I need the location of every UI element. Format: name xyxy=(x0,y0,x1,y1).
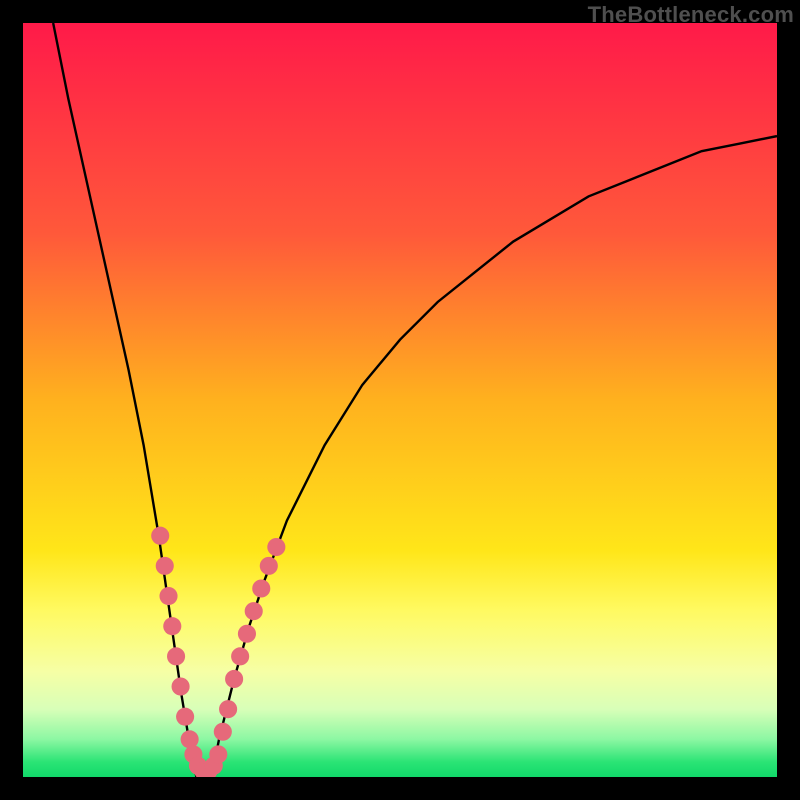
watermark-text: TheBottleneck.com xyxy=(588,2,794,28)
data-point xyxy=(225,670,243,688)
data-point xyxy=(159,587,177,605)
data-point xyxy=(238,625,256,643)
data-point xyxy=(260,557,278,575)
chart-svg xyxy=(23,23,777,777)
data-point xyxy=(151,527,169,545)
gradient-background xyxy=(23,23,777,777)
data-point xyxy=(209,745,227,763)
data-point xyxy=(167,647,185,665)
data-point xyxy=(245,602,263,620)
data-point xyxy=(267,538,285,556)
data-point xyxy=(219,700,237,718)
data-point xyxy=(231,647,249,665)
data-point xyxy=(156,557,174,575)
data-point xyxy=(181,730,199,748)
data-point xyxy=(214,723,232,741)
data-point xyxy=(176,708,194,726)
data-point xyxy=(163,617,181,635)
data-point xyxy=(252,579,270,597)
chart-frame xyxy=(23,23,777,777)
data-point xyxy=(172,677,190,695)
